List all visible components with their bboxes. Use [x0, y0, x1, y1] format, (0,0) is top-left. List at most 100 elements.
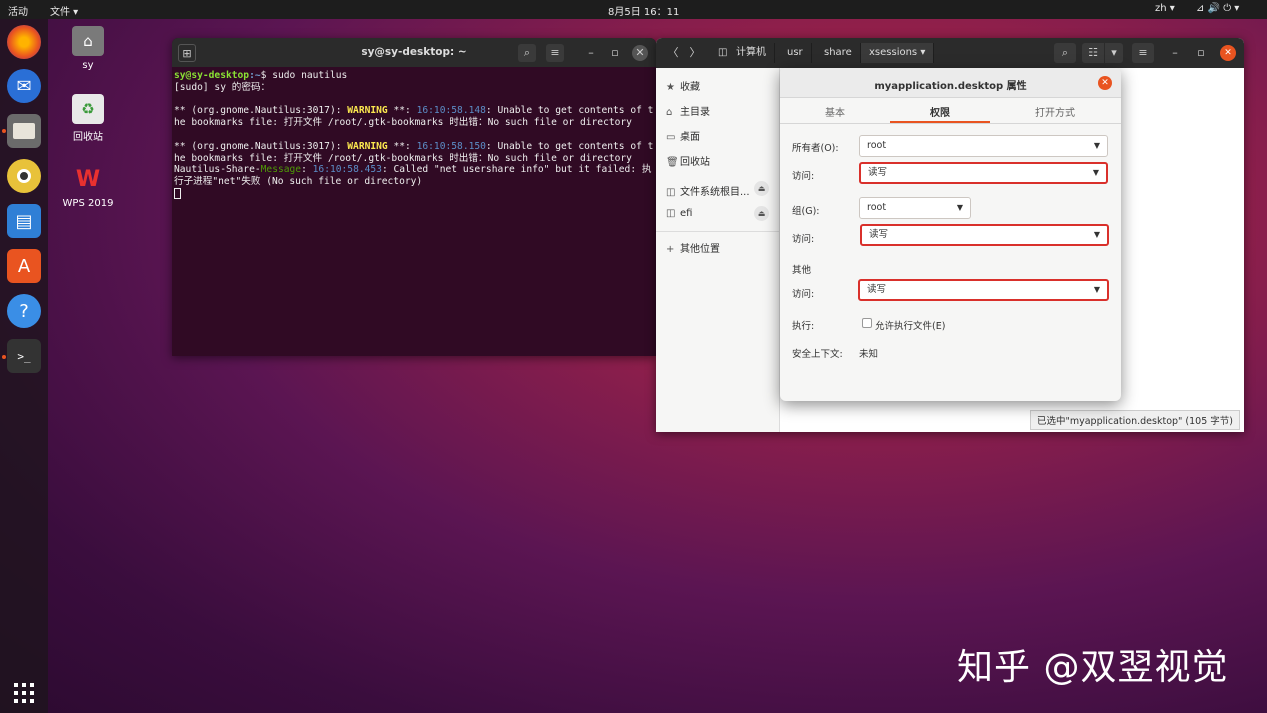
- group-access-value: 读写: [869, 229, 889, 240]
- group-select[interactable]: root ▼: [859, 197, 971, 219]
- sidebar-item-efi[interactable]: ◫ efi: [666, 208, 692, 219]
- breadcrumb-usr[interactable]: usr: [779, 43, 812, 63]
- sidebar-item-label: efi: [680, 208, 693, 219]
- eject-icon[interactable]: ⏏: [754, 181, 769, 196]
- owner-access-label: 访问:: [792, 171, 815, 182]
- owner-label: 所有者(O):: [792, 143, 839, 154]
- others-access-select[interactable]: 读写 ▼: [858, 279, 1109, 301]
- writer-icon[interactable]: ▤: [7, 204, 41, 238]
- sidebar-item-label: 文件系统根目...: [680, 187, 750, 198]
- desktop-icon-label: WPS 2019: [62, 198, 114, 209]
- back-icon[interactable]: 〈: [664, 43, 682, 63]
- star-icon: ★: [666, 82, 675, 93]
- terminal-titlebar[interactable]: ⊞ sy@sy-desktop: ~ ⌕ ≡ – ▫ ✕: [172, 38, 656, 67]
- sidebar-item-desktop[interactable]: ▭ 桌面: [666, 128, 700, 143]
- maximize-icon[interactable]: ▫: [606, 44, 624, 62]
- close-icon[interactable]: ✕: [1098, 76, 1112, 90]
- terminal-icon[interactable]: >_: [7, 339, 41, 373]
- others-label: 其他: [792, 265, 812, 276]
- warning-label: WARNING: [347, 140, 388, 152]
- others-access-value: 读写: [867, 284, 887, 295]
- forward-icon[interactable]: 〉: [686, 43, 704, 63]
- allow-execute-label[interactable]: 允许执行文件(E): [875, 318, 945, 332]
- owner-access-value: 读写: [868, 167, 888, 178]
- software-center-icon[interactable]: A: [7, 249, 41, 283]
- dialog-titlebar[interactable]: myapplication.desktop 属性 ✕: [780, 68, 1121, 98]
- sidebar-item-filesystem[interactable]: ◫ 文件系统根目...: [666, 183, 750, 198]
- system-status-icons[interactable]: ⊿ 🔊 ⏻ ▾: [1196, 3, 1239, 14]
- menu-icon[interactable]: ≡: [1132, 43, 1154, 63]
- wps-logo-icon: W: [75, 166, 101, 192]
- firefox-icon[interactable]: [7, 25, 41, 59]
- show-applications-icon[interactable]: [13, 682, 35, 704]
- trash-icon: ♻: [72, 94, 104, 124]
- files-icon[interactable]: [7, 114, 41, 148]
- breadcrumb-label: xsessions: [869, 47, 918, 58]
- chevron-down-icon: ▼: [1093, 230, 1100, 239]
- minimize-icon[interactable]: –: [1166, 43, 1184, 63]
- properties-dialog[interactable]: myapplication.desktop 属性 ✕ 基本 权限 打开方式 所有…: [780, 68, 1121, 401]
- files-headerbar[interactable]: 〈 〉 ◫ 计算机 usr share xsessions ▾ ⌕ ☷ ▾ ≡ …: [656, 38, 1244, 68]
- group-label: 组(G):: [792, 206, 820, 217]
- breadcrumb-label: share: [824, 47, 852, 58]
- group-value: root: [867, 202, 887, 213]
- language-indicator[interactable]: zh ▾: [1155, 3, 1175, 14]
- desktop-icon-trash[interactable]: ♻ 回收站: [48, 94, 128, 143]
- home-icon: ⌂: [666, 107, 673, 118]
- rhythmbox-icon[interactable]: [7, 159, 41, 193]
- terminal-window[interactable]: ⊞ sy@sy-desktop: ~ ⌕ ≡ – ▫ ✕ sy@sy-deskt…: [172, 38, 656, 356]
- sidebar-item-starred[interactable]: ★ 收藏: [666, 78, 700, 93]
- sidebar-item-trash[interactable]: 🗑回收站: [666, 153, 710, 168]
- top-bar: 活动 文件 ▾ 8月5日 16：11 zh ▾ ⊿ 🔊 ⏻ ▾: [0, 0, 1267, 19]
- tab-open-with[interactable]: 打开方式: [1035, 104, 1075, 119]
- desktop-icon: ▭: [666, 132, 676, 143]
- allow-execute-checkbox[interactable]: [862, 318, 872, 328]
- dialog-title: myapplication.desktop 属性: [874, 81, 1027, 92]
- close-icon[interactable]: ✕: [1220, 45, 1236, 61]
- tab-permissions[interactable]: 权限: [930, 104, 950, 119]
- chevron-down-icon: ▼: [1093, 141, 1100, 150]
- log-sep: **:: [387, 140, 417, 152]
- breadcrumb-computer[interactable]: ◫ 计算机: [712, 43, 775, 63]
- app-menu[interactable]: 文件 ▾: [50, 3, 78, 18]
- log-time: 16:10:58.150: [416, 140, 486, 152]
- search-icon[interactable]: ⌕: [518, 44, 536, 62]
- log-source: ** (org.gnome.Nautilus:3017):: [174, 140, 348, 152]
- activities-button[interactable]: 活动: [8, 3, 28, 18]
- close-icon[interactable]: ✕: [632, 45, 648, 61]
- minimize-icon[interactable]: –: [582, 44, 600, 62]
- group-access-select[interactable]: 读写 ▼: [860, 224, 1109, 246]
- running-indicator: [2, 355, 6, 359]
- view-list-icon[interactable]: ☷: [1082, 43, 1104, 63]
- desktop-icon-wps[interactable]: W WPS 2019: [48, 164, 128, 210]
- command-text: $ sudo nautilus: [260, 70, 348, 81]
- security-context-label: 安全上下文:: [792, 349, 843, 360]
- search-icon[interactable]: ⌕: [1054, 43, 1076, 63]
- thunderbird-icon[interactable]: ✉: [7, 69, 41, 103]
- prompt-user: sy@sy-desktop: [174, 70, 250, 81]
- owner-access-select[interactable]: 读写 ▼: [859, 162, 1108, 184]
- sidebar-item-other-locations[interactable]: + 其他位置: [666, 240, 720, 255]
- log-time: 16:10:58.453: [312, 164, 382, 176]
- prompt-path: :~: [249, 70, 261, 81]
- terminal-output[interactable]: sy@sy-desktop:~$ sudo nautilus [sudo] sy…: [172, 67, 656, 203]
- others-access-label: 访问:: [792, 289, 815, 300]
- chevron-down-icon: ▼: [956, 203, 963, 212]
- execute-label: 执行:: [792, 321, 815, 332]
- clock[interactable]: 8月5日 16：11: [608, 3, 679, 18]
- breadcrumb-share[interactable]: share: [816, 43, 861, 63]
- drive-icon: ◫: [666, 208, 676, 219]
- view-options-icon[interactable]: ▾: [1105, 43, 1123, 63]
- help-icon[interactable]: ?: [7, 294, 41, 328]
- desktop-icon-label: sy: [82, 60, 94, 71]
- tab-basic[interactable]: 基本: [825, 104, 845, 119]
- group-access-label: 访问:: [792, 234, 815, 245]
- eject-icon[interactable]: ⏏: [754, 206, 769, 221]
- sidebar-item-home[interactable]: ⌂ 主目录: [666, 103, 710, 118]
- breadcrumb-xsessions[interactable]: xsessions ▾: [861, 43, 935, 63]
- menu-icon[interactable]: ≡: [546, 44, 564, 62]
- running-indicator: [2, 129, 6, 133]
- owner-select[interactable]: root ▼: [859, 135, 1108, 157]
- desktop-icon-home[interactable]: ⌂ sy: [48, 26, 128, 71]
- maximize-icon[interactable]: ▫: [1192, 43, 1210, 63]
